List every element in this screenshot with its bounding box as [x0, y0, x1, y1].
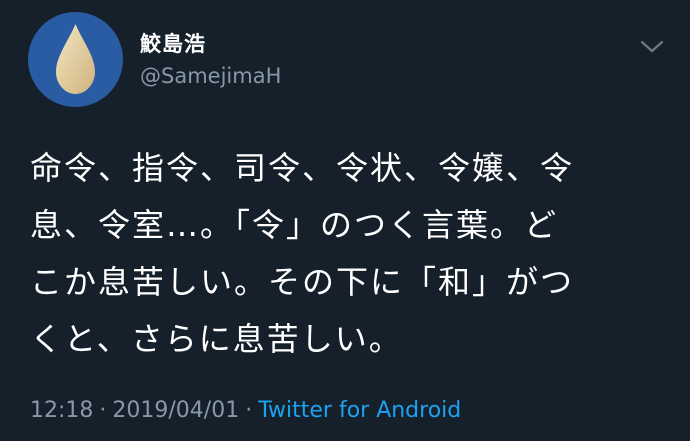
- chevron-down-icon: [640, 40, 664, 53]
- meta-separator: ·: [99, 398, 107, 423]
- tweet-date[interactable]: 2019/04/01: [112, 398, 239, 423]
- user-handle[interactable]: @SamejimaH: [140, 64, 281, 88]
- tweet-text-line: 命令、指令、司令、令状、令嬢、令: [30, 149, 575, 187]
- more-options-button[interactable]: [634, 32, 670, 62]
- tweet-meta: 12:18 · 2019/04/01 · Twitter for Android: [30, 398, 461, 423]
- tweet-text: 命令、指令、司令、令状、令嬢、令 息、令室…。「令」のつく言葉。ど こか息苦しい…: [30, 140, 670, 368]
- tweet-source-link[interactable]: Twitter for Android: [258, 398, 461, 423]
- display-name[interactable]: 鮫島浩: [140, 28, 206, 58]
- tweet-text-line: くと、さらに息苦しい。: [30, 320, 403, 358]
- tweet-text-line: 息、令室…。「令」のつく言葉。ど: [30, 206, 559, 244]
- tweet-text-line: こか息苦しい。その下に「和」がつ: [30, 263, 575, 301]
- avatar[interactable]: [28, 12, 123, 107]
- tweet-time[interactable]: 12:18: [30, 398, 93, 423]
- meta-separator: ·: [245, 398, 253, 423]
- tweet-card: 鮫島浩 @SamejimaH 命令、指令、司令、令状、令嬢、令 息、令室…。「令…: [0, 0, 690, 441]
- water-drop-icon: [56, 24, 95, 94]
